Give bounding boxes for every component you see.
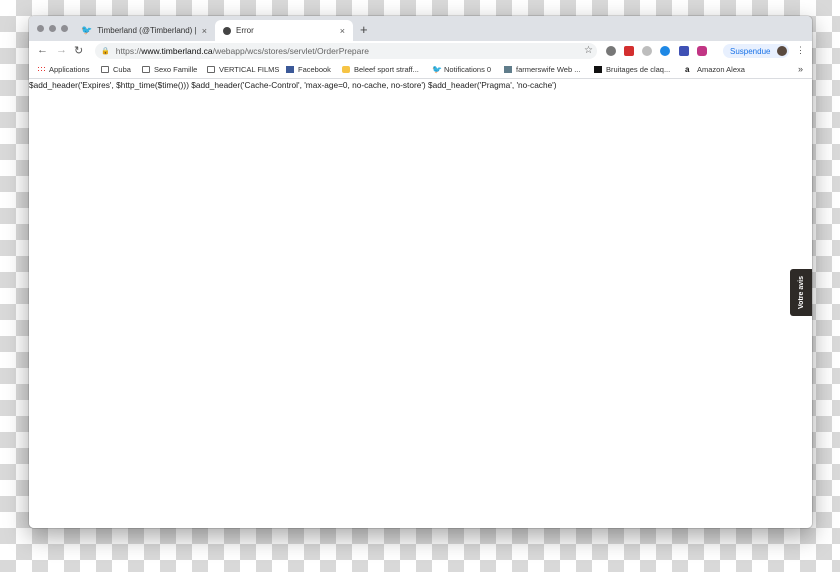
zoom-window-dot[interactable] (61, 25, 68, 32)
bookmark-vertical-films[interactable]: VERTICAL FILMS (207, 65, 279, 74)
smiley-icon (342, 66, 350, 73)
farmerswife-icon (504, 66, 512, 73)
bookmark-notifications[interactable]: 🐦 Notifications 0 (432, 65, 491, 74)
browser-window: 🐦 Timberland (@Timberland) | Tw × Error … (29, 16, 812, 528)
bookmark-applications[interactable]: Applications (37, 65, 89, 74)
more-bookmarks-button[interactable]: » (798, 64, 803, 74)
address-bar[interactable]: 🔒 https://www.timberland.ca/webapp/wcs/s… (95, 43, 597, 59)
extension-cloud-icon[interactable] (642, 46, 652, 56)
folder-icon (101, 66, 109, 73)
bookmarks-bar: Applications Cuba Sexo Famille VERTICAL … (29, 61, 812, 79)
tab-title: Error (236, 26, 254, 35)
url-path: /webapp/wcs/stores/servlet/OrderPrepare (212, 46, 369, 56)
error-body-text: $add_header('Expires', $http_time($time(… (29, 80, 557, 90)
folder-icon (142, 66, 150, 73)
tab-error[interactable]: Error × (215, 20, 353, 41)
profile-button[interactable]: Suspendue (723, 44, 789, 58)
profile-label: Suspendue (730, 46, 771, 56)
avatar (777, 46, 787, 56)
amazon-icon: a (685, 65, 690, 74)
bookmark-bruitages[interactable]: Bruitages de claq... (594, 65, 670, 74)
bookmark-beleef-sport[interactable]: Beleef sport straff... (342, 65, 419, 74)
apps-grid-icon (37, 66, 45, 73)
new-tab-button[interactable]: + (360, 22, 368, 37)
tab-strip: 🐦 Timberland (@Timberland) | Tw × Error … (29, 16, 812, 41)
bookmark-label: Bruitages de claq... (606, 65, 671, 74)
twitter-icon: 🐦 (432, 65, 442, 74)
forward-button[interactable]: → (56, 44, 67, 56)
close-icon[interactable]: × (340, 26, 345, 36)
bookmark-label: Facebook (298, 65, 331, 74)
bookmark-label: Applications (49, 65, 90, 74)
menu-icon[interactable]: ⋮ (796, 45, 805, 56)
bookmark-label: Amazon Alexa (697, 65, 745, 74)
bookmark-label: farmerswife Web ... (516, 65, 581, 74)
bookmark-facebook[interactable]: Facebook (286, 65, 331, 74)
extension-canada-flag-icon[interactable] (624, 46, 634, 56)
close-window-dot[interactable] (37, 25, 44, 32)
bruitages-icon (594, 66, 602, 73)
toolbar: ← → ↻ 🔒 https://www.timberland.ca/webapp… (29, 41, 812, 61)
bookmark-star-icon[interactable]: ☆ (584, 45, 593, 56)
close-icon[interactable]: × (202, 26, 207, 36)
bookmark-amazon-alexa[interactable]: a Amazon Alexa (685, 65, 745, 74)
reload-button[interactable]: ↻ (74, 44, 83, 57)
bookmark-sexo-famille[interactable]: Sexo Famille (142, 65, 197, 74)
extension-blue-circle-icon[interactable] (660, 46, 670, 56)
extension-globe-icon[interactable] (606, 46, 616, 56)
url-host: www.timberland.ca (141, 46, 213, 56)
twitter-icon: 🐦 (81, 25, 93, 35)
instagram-icon[interactable] (697, 46, 707, 56)
lock-icon: 🔒 (101, 48, 110, 55)
back-button[interactable]: ← (37, 44, 48, 56)
tab-title: Timberland (@Timberland) | Tw (97, 26, 198, 35)
bookmark-farmerswife[interactable]: farmerswife Web ... (504, 65, 580, 74)
page-icon (223, 26, 231, 35)
feedback-label: Votre avis (797, 276, 805, 309)
bookmark-label: Beleef sport straff... (354, 65, 419, 74)
folder-icon (207, 66, 215, 73)
minimize-window-dot[interactable] (49, 25, 56, 32)
facebook-icon (286, 66, 294, 73)
feedback-tab[interactable]: Votre avis (790, 269, 812, 316)
bookmark-label: Cuba (113, 65, 131, 74)
bookmark-cuba[interactable]: Cuba (101, 65, 131, 74)
bookmark-label: Notifications 0 (444, 65, 492, 74)
bookmark-label: VERTICAL FILMS (219, 65, 280, 74)
bookmark-label: Sexo Famille (154, 65, 198, 74)
page-content: $add_header('Expires', $http_time($time(… (29, 79, 812, 528)
extension-notifications-icon[interactable] (679, 46, 689, 56)
tab-timberland-twitter[interactable]: 🐦 Timberland (@Timberland) | Tw × (73, 20, 215, 41)
url-scheme: https:// (115, 46, 142, 56)
